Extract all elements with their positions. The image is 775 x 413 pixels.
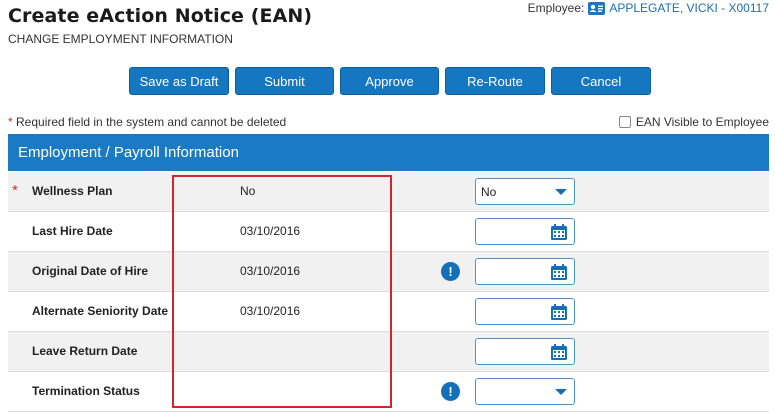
cancel-button[interactable]: Cancel — [551, 67, 651, 95]
ean-visible-checkbox[interactable] — [618, 116, 631, 128]
field-label: Last Hire Date — [32, 224, 113, 238]
submit-button[interactable]: Submit — [235, 67, 334, 95]
field-row-termination-status: Termination Status ! — [8, 372, 769, 412]
save-as-draft-button[interactable]: Save as Draft — [129, 67, 229, 95]
leave-return-date-input[interactable] — [475, 338, 575, 365]
section-header: Employment / Payroll Information — [8, 134, 769, 171]
employee-info: Employee: APPLEGATE, VICKI - X00117 — [528, 1, 769, 15]
required-star: * — [12, 182, 18, 199]
current-value: 03/10/2016 — [240, 224, 301, 238]
field-label: Alternate Seniority Date — [32, 304, 169, 318]
required-field-note: * Required field in the system and canno… — [8, 115, 286, 129]
caret-down-icon — [555, 189, 567, 195]
approve-button[interactable]: Approve — [340, 67, 439, 95]
field-row-wellness-plan: * Wellness Plan No No — [8, 172, 769, 212]
page-title: Create eAction Notice (EAN) — [8, 5, 313, 27]
calendar-icon[interactable] — [550, 263, 568, 281]
current-value: 03/10/2016 — [240, 304, 301, 318]
employee-name-link[interactable]: APPLEGATE, VICKI - X00117 — [609, 1, 769, 15]
required-note-text: Required field in the system and cannot … — [16, 115, 287, 129]
field-row-last-hire-date: Last Hire Date 03/10/2016 — [8, 212, 769, 252]
field-row-original-date-of-hire: Original Date of Hire 03/10/2016 ! — [8, 252, 769, 292]
exclamation-circle-icon[interactable]: ! — [441, 262, 460, 281]
current-value: 03/10/2016 — [240, 264, 301, 278]
ean-visible-toggle[interactable]: EAN Visible to Employee — [618, 115, 769, 129]
field-label: Termination Status — [32, 384, 140, 398]
calendar-icon[interactable] — [550, 303, 568, 321]
caret-down-icon — [555, 389, 567, 395]
field-label: Original Date of Hire — [32, 264, 149, 278]
field-label: Wellness Plan — [32, 184, 113, 198]
ean-visible-label: EAN Visible to Employee — [635, 115, 769, 129]
last-hire-date-input[interactable] — [475, 218, 575, 245]
original-hire-date-input[interactable] — [475, 258, 575, 285]
field-label: Leave Return Date — [32, 344, 138, 358]
action-toolbar: Save as Draft Submit Approve Re-Route Ca… — [129, 67, 651, 95]
page-subtitle: CHANGE EMPLOYMENT INFORMATION — [8, 32, 233, 46]
id-card-icon — [588, 1, 606, 15]
field-row-leave-return-date: Leave Return Date — [8, 332, 769, 372]
wellness-plan-select[interactable]: No — [475, 178, 575, 205]
calendar-icon[interactable] — [550, 223, 568, 241]
reroute-button[interactable]: Re-Route — [445, 67, 545, 95]
exclamation-circle-icon[interactable]: ! — [441, 382, 460, 401]
current-value: No — [240, 184, 256, 198]
required-star: * — [8, 115, 13, 129]
termination-status-select[interactable] — [475, 378, 575, 405]
employee-label: Employee: — [527, 1, 585, 15]
employment-fields: * Wellness Plan No No Last Hire Date 03/… — [8, 172, 769, 412]
calendar-icon[interactable] — [550, 343, 568, 361]
section-title: Employment / Payroll Information — [18, 144, 239, 161]
select-value: No — [481, 184, 497, 199]
alternate-seniority-date-input[interactable] — [475, 298, 575, 325]
field-row-alternate-seniority-date: Alternate Seniority Date 03/10/2016 — [8, 292, 769, 332]
